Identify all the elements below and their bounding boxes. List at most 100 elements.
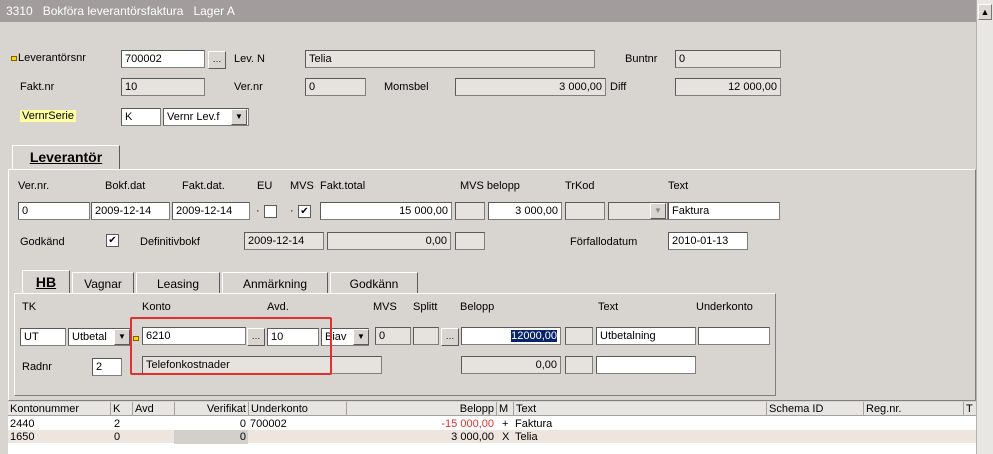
splitt-lookup-button[interactable]: … — [441, 328, 459, 346]
avd-dropdown-icon[interactable]: ▼ — [353, 329, 369, 345]
grid-col-t[interactable]: T — [963, 402, 975, 416]
mvs-checkbox[interactable]: ✔ — [298, 205, 311, 218]
cell-text: Faktura — [515, 418, 553, 430]
col-fakt-dat: Fakt.dat. — [182, 180, 225, 192]
col-hb-mvs: MVS — [373, 301, 397, 313]
grid-col-belopp[interactable]: Belopp — [346, 402, 496, 416]
radnr-input[interactable]: 2 — [92, 358, 122, 376]
tab-leasing[interactable]: Leasing — [136, 272, 220, 294]
diff-field: 12 000,00 — [675, 78, 781, 96]
cell-underkonto — [248, 430, 252, 444]
lev-n-field: Telia — [305, 50, 595, 68]
grid-col-underkonto[interactable]: Underkonto — [248, 402, 310, 416]
tab-godkann[interactable]: Godkänn — [330, 272, 418, 294]
table-row[interactable]: 2440 2 0 700002 -15 000,00 + Faktura — [8, 417, 976, 430]
required-marker-icon — [11, 56, 17, 61]
belopp-extra — [565, 327, 593, 345]
tk-select-value: Utbetal — [72, 331, 107, 343]
col-hb-text: Text — [598, 301, 619, 313]
mvs-dash: · — [290, 205, 294, 217]
col-bokf-dat: Bokf.dat — [105, 180, 146, 192]
col-mvs: MVS — [290, 180, 314, 192]
definitivbokf-field: 2009-12-14 — [244, 232, 324, 250]
leverantor-lookup-button[interactable]: … — [208, 51, 226, 69]
tab-anmarkning[interactable]: Anmärkning — [222, 272, 328, 294]
trkod-field — [565, 202, 605, 220]
col-fakt-total: Fakt.total — [320, 180, 366, 192]
col-mvs-belopp: MVS belopp — [460, 180, 520, 192]
title-bar: 3310 Bokföra leverantörsfaktura Lager A — [0, 0, 976, 22]
vernrserie-dropdown-icon[interactable]: ▼ — [231, 109, 247, 125]
godkand-label: Godkänd — [20, 236, 65, 248]
hb-mvs-field: 0 — [375, 327, 411, 345]
belopp2-extra — [565, 356, 593, 374]
col-belopp: Belopp — [460, 301, 495, 313]
diff-label: Diff — [610, 81, 627, 93]
ver-nr-label: Ver.nr — [234, 81, 263, 93]
trkod-dropdown-icon[interactable]: ▼ — [650, 203, 666, 219]
col-konto: Konto — [142, 301, 171, 313]
highlight-box — [130, 317, 332, 375]
grid-col-k[interactable]: K — [110, 402, 122, 416]
col-text: Text — [668, 180, 689, 192]
col-underkonto: Underkonto — [696, 301, 753, 313]
grid-col-m[interactable]: M — [496, 402, 510, 416]
cell-avd — [134, 417, 138, 431]
cell-text: Telia — [515, 431, 538, 443]
definitivbokf-amount: 0,00 — [327, 232, 451, 250]
grid-col-text[interactable]: Text — [513, 402, 538, 416]
grid-col-avd[interactable]: Avd — [132, 402, 156, 416]
hb-text-input[interactable]: Utbetalning — [596, 327, 696, 345]
bokf-dat-input[interactable]: 2009-12-14 — [91, 202, 170, 220]
definitivbokf-label: Definitivbokf — [140, 236, 200, 248]
underkonto-input[interactable] — [698, 327, 770, 345]
eu-dash: · — [256, 205, 260, 217]
text-input[interactable]: Faktura — [668, 202, 780, 220]
table-row[interactable]: 1650 0 0 3 000,00 X Telia — [8, 430, 976, 444]
godkand-checkbox[interactable]: ✔ — [106, 234, 119, 247]
ver-nr-input[interactable]: 0 — [18, 202, 90, 220]
fakt-total-extra — [455, 202, 485, 220]
tk-input[interactable]: UT — [20, 328, 66, 346]
tk-dropdown-icon[interactable]: ▼ — [114, 329, 130, 345]
col-trkod: TrKod — [565, 180, 595, 192]
tab-leverantor[interactable]: Leverantör — [12, 145, 120, 169]
vertical-scrollbar[interactable]: ▲ — [976, 0, 993, 454]
grid-col-schema-id[interactable]: Schema ID — [766, 402, 825, 416]
grid-col-kontonummer[interactable]: Kontonummer — [8, 402, 81, 416]
forfallodatum-label: Förfallodatum — [570, 236, 638, 248]
cell-kontonummer: 2440 — [10, 418, 35, 430]
buntnr-field: 0 — [675, 50, 781, 68]
mvs-belopp-input[interactable]: 3 000,00 — [488, 202, 562, 220]
radnr-label: Radnr — [22, 361, 52, 373]
window-lager: Lager A — [193, 4, 235, 18]
forfallodatum-input[interactable]: 2010-01-13 — [668, 232, 748, 250]
fakt-dat-input[interactable]: 2009-12-14 — [172, 202, 250, 220]
col-avd: Avd. — [267, 301, 289, 313]
text2-input[interactable] — [596, 356, 696, 374]
belopp-input[interactable]: 12000,00 — [461, 327, 561, 345]
lev-n-label: Lev. N — [234, 53, 265, 65]
leverantorsnr-field[interactable]: 700002 — [121, 50, 205, 68]
vernrserie-select-value: Vernr Lev.f — [167, 111, 220, 123]
tab-hb[interactable]: HB — [22, 270, 70, 294]
cell-verifikat: 0 — [239, 418, 246, 430]
eu-checkbox[interactable] — [264, 205, 277, 218]
grid-col-verifikat[interactable]: Verifikat — [174, 402, 248, 416]
fakt-total-input[interactable]: 15 000,00 — [320, 202, 452, 220]
cell-m: + — [502, 418, 509, 430]
belopp2-field: 0,00 — [461, 356, 561, 374]
col-eu: EU — [257, 180, 273, 192]
ver-nr-field: 0 — [305, 78, 366, 96]
tab-vagnar[interactable]: Vagnar — [72, 272, 134, 294]
grid-col-reg-nr[interactable]: Reg.nr. — [863, 402, 903, 416]
definitivbokf-extra — [455, 232, 485, 250]
scroll-up-icon[interactable]: ▲ — [978, 4, 992, 20]
cell-underkonto: 700002 — [250, 418, 287, 430]
application-window: 3310 Bokföra leverantörsfaktura Lager A ▲ … — [0, 0, 993, 454]
cell-belopp: 3 000,00 — [451, 431, 494, 443]
vernrserie-label: VernrSerie — [20, 110, 76, 122]
vernrserie-field[interactable]: K — [121, 108, 161, 126]
window-title: Bokföra leverantörsfaktura — [42, 4, 184, 18]
leverantorsnr-label: Leverantörsnr — [18, 52, 86, 64]
